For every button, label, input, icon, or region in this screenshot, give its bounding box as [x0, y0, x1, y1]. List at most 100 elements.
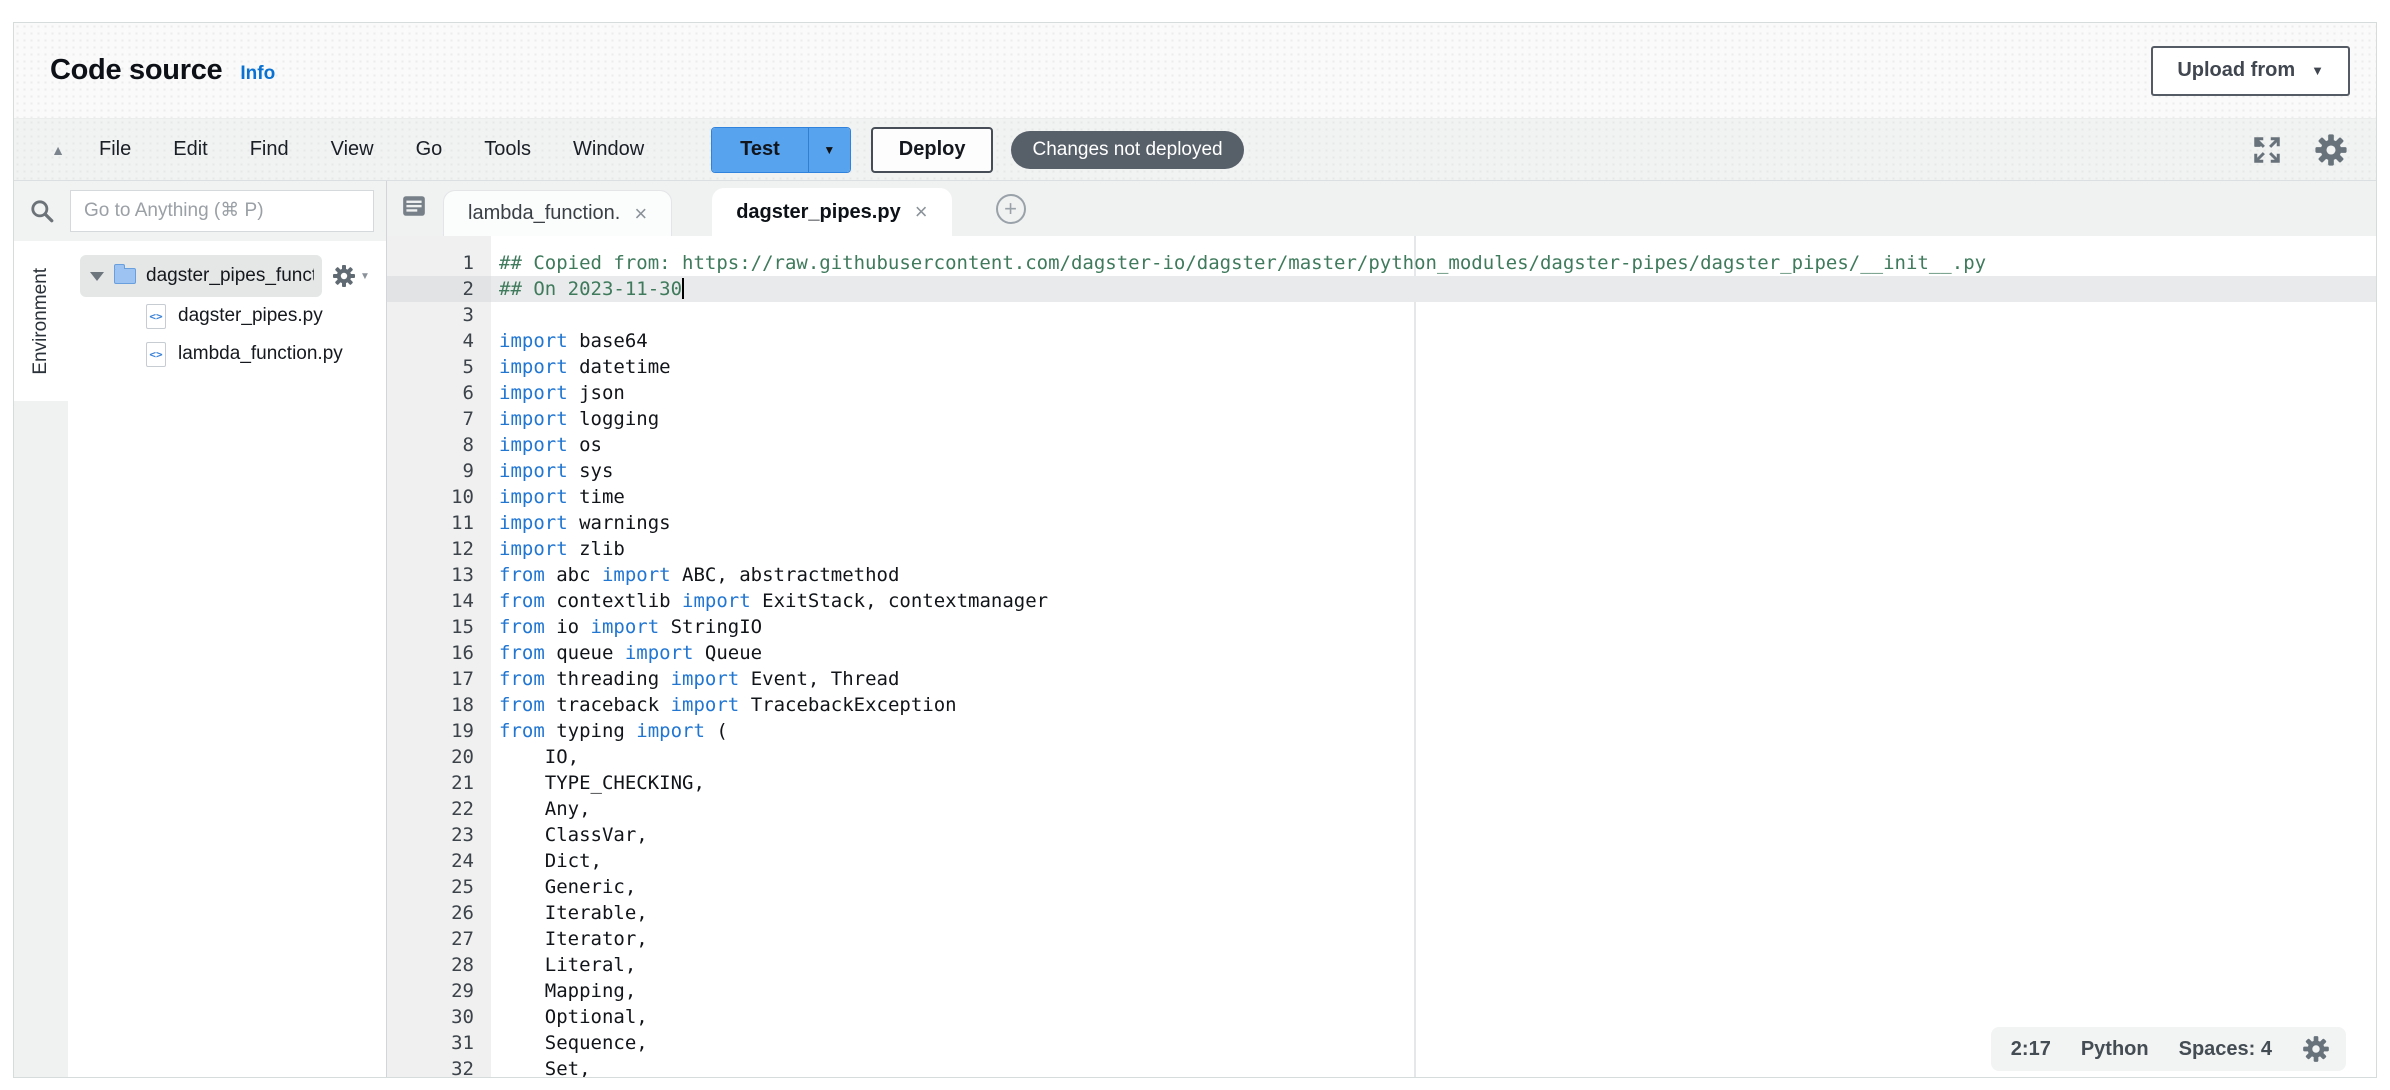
line-number[interactable]: 32	[387, 1056, 491, 1077]
collapse-arrow-icon[interactable]: ▲	[38, 142, 78, 158]
line-number[interactable]: 1	[387, 250, 491, 276]
line-content[interactable]: Generic,	[491, 874, 2376, 900]
code-line[interactable]: 3	[387, 302, 2376, 328]
line-number[interactable]: 14	[387, 588, 491, 614]
gear-icon[interactable]	[2314, 133, 2348, 167]
line-number[interactable]: 11	[387, 510, 491, 536]
line-content[interactable]: Mapping,	[491, 978, 2376, 1004]
line-number[interactable]: 28	[387, 952, 491, 978]
code-line[interactable]: 8import os	[387, 432, 2376, 458]
line-content[interactable]: Literal,	[491, 952, 2376, 978]
code-line[interactable]: 11import warnings	[387, 510, 2376, 536]
test-split-button[interactable]: Test ▼	[711, 127, 851, 173]
line-number[interactable]: 18	[387, 692, 491, 718]
code-line[interactable]: 17from threading import Event, Thread	[387, 666, 2376, 692]
code-line[interactable]: 10import time	[387, 484, 2376, 510]
tree-settings-gear-icon[interactable]: ▼	[332, 264, 370, 288]
line-number[interactable]: 20	[387, 744, 491, 770]
line-number[interactable]: 4	[387, 328, 491, 354]
status-gear-icon[interactable]	[2302, 1035, 2330, 1063]
code-line[interactable]: 7import logging	[387, 406, 2376, 432]
line-number[interactable]: 2	[387, 276, 491, 302]
menu-item-file[interactable]: File	[78, 130, 152, 169]
code-line[interactable]: 1## Copied from: https://raw.githubuserc…	[387, 250, 2376, 276]
info-link[interactable]: Info	[240, 63, 275, 85]
tree-folder-row[interactable]: dagster_pipes_funct	[80, 255, 322, 297]
menu-item-view[interactable]: View	[310, 130, 395, 169]
line-number[interactable]: 22	[387, 796, 491, 822]
menu-item-edit[interactable]: Edit	[152, 130, 228, 169]
line-number[interactable]: 6	[387, 380, 491, 406]
line-content[interactable]: import time	[491, 484, 2376, 510]
code-line[interactable]: 13from abc import ABC, abstractmethod	[387, 562, 2376, 588]
code-line[interactable]: 21 TYPE_CHECKING,	[387, 770, 2376, 796]
tab-environment[interactable]: Environment	[14, 241, 68, 401]
line-content[interactable]: Iterable,	[491, 900, 2376, 926]
tree-file-row[interactable]: <>dagster_pipes.py	[68, 297, 386, 335]
tree-file-row[interactable]: <>lambda_function.py	[68, 335, 386, 373]
line-content[interactable]: import sys	[491, 458, 2376, 484]
line-content[interactable]: from traceback import TracebackException	[491, 692, 2376, 718]
code-line[interactable]: 26 Iterable,	[387, 900, 2376, 926]
line-content[interactable]: Iterator,	[491, 926, 2376, 952]
code-line[interactable]: 5import datetime	[387, 354, 2376, 380]
line-number[interactable]: 29	[387, 978, 491, 1004]
code-line[interactable]: 19from typing import (	[387, 718, 2376, 744]
line-content[interactable]: import base64	[491, 328, 2376, 354]
line-number[interactable]: 5	[387, 354, 491, 380]
code-line[interactable]: 24 Dict,	[387, 848, 2376, 874]
code-line[interactable]: 29 Mapping,	[387, 978, 2376, 1004]
line-content[interactable]: from contextlib import ExitStack, contex…	[491, 588, 2376, 614]
code-line[interactable]: 25 Generic,	[387, 874, 2376, 900]
code-editor[interactable]: 1## Copied from: https://raw.githubuserc…	[387, 236, 2376, 1077]
close-icon[interactable]: ×	[634, 203, 647, 225]
line-content[interactable]: ## Copied from: https://raw.githubuserco…	[491, 250, 2376, 276]
code-line[interactable]: 4import base64	[387, 328, 2376, 354]
line-content[interactable]: ## On 2023-11-30	[491, 276, 2376, 302]
language-mode[interactable]: Python	[2081, 1038, 2149, 1061]
add-tab-icon[interactable]: +	[996, 194, 1026, 224]
search-icon[interactable]	[14, 198, 70, 224]
line-number[interactable]: 30	[387, 1004, 491, 1030]
menu-item-go[interactable]: Go	[395, 130, 464, 169]
code-line[interactable]: 2## On 2023-11-30	[387, 276, 2376, 302]
line-content[interactable]: from io import StringIO	[491, 614, 2376, 640]
code-line[interactable]: 6import json	[387, 380, 2376, 406]
line-number[interactable]: 24	[387, 848, 491, 874]
line-number[interactable]: 8	[387, 432, 491, 458]
line-content[interactable]: import logging	[491, 406, 2376, 432]
line-number[interactable]: 16	[387, 640, 491, 666]
line-number[interactable]: 21	[387, 770, 491, 796]
editor-tab[interactable]: dagster_pipes.py×	[712, 188, 951, 236]
line-number[interactable]: 26	[387, 900, 491, 926]
line-number[interactable]: 9	[387, 458, 491, 484]
menu-item-window[interactable]: Window	[552, 130, 665, 169]
line-number[interactable]: 23	[387, 822, 491, 848]
code-line[interactable]: 28 Literal,	[387, 952, 2376, 978]
fullscreen-icon[interactable]	[2252, 135, 2282, 165]
line-number[interactable]: 15	[387, 614, 491, 640]
line-content[interactable]: import json	[491, 380, 2376, 406]
line-number[interactable]: 10	[387, 484, 491, 510]
editor-tab[interactable]: lambda_function.×	[443, 190, 672, 236]
code-line[interactable]: 14from contextlib import ExitStack, cont…	[387, 588, 2376, 614]
line-content[interactable]: Dict,	[491, 848, 2376, 874]
tab-list-icon[interactable]	[401, 193, 427, 224]
code-line[interactable]: 22 Any,	[387, 796, 2376, 822]
line-number[interactable]: 27	[387, 926, 491, 952]
line-number[interactable]: 25	[387, 874, 491, 900]
test-dropdown-arrow[interactable]: ▼	[808, 128, 850, 172]
line-content[interactable]: TYPE_CHECKING,	[491, 770, 2376, 796]
upload-from-button[interactable]: Upload from ▼	[2151, 46, 2350, 96]
line-content[interactable]: from abc import ABC, abstractmethod	[491, 562, 2376, 588]
deploy-button[interactable]: Deploy	[871, 127, 994, 173]
line-content[interactable]: import zlib	[491, 536, 2376, 562]
code-line[interactable]: 18from traceback import TracebackExcepti…	[387, 692, 2376, 718]
code-line[interactable]: 12import zlib	[387, 536, 2376, 562]
test-button[interactable]: Test	[712, 128, 808, 172]
spaces-setting[interactable]: Spaces: 4	[2179, 1038, 2272, 1061]
code-line[interactable]: 27 Iterator,	[387, 926, 2376, 952]
line-content[interactable]: Any,	[491, 796, 2376, 822]
line-number[interactable]: 17	[387, 666, 491, 692]
code-line[interactable]: 20 IO,	[387, 744, 2376, 770]
